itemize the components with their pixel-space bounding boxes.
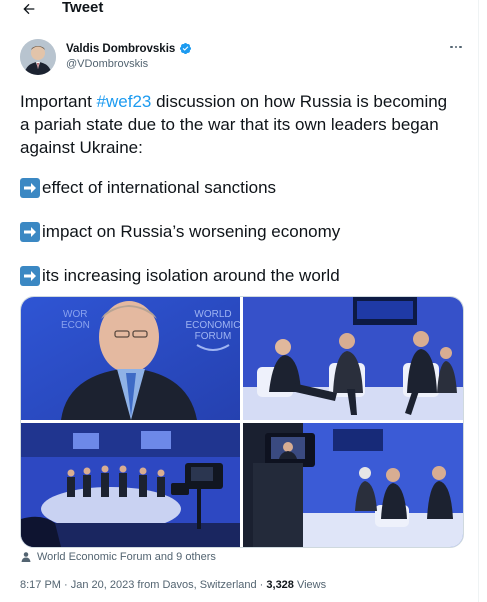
- tweet-header: Tweet: [0, 0, 478, 22]
- views-count: 3,328: [266, 579, 294, 591]
- photo-speaker-closeup[interactable]: WORLD ECONOMIC FORUM WOR ECON: [21, 297, 240, 420]
- wef-logo-text-2: ECONOMIC: [186, 320, 241, 331]
- tweet-bullet: its increasing isolation around the worl…: [20, 265, 340, 287]
- author-handle[interactable]: @VDombrovskis: [66, 58, 148, 70]
- back-button[interactable]: [18, 0, 40, 20]
- wef-logo-text-4: WOR: [63, 309, 87, 320]
- verified-badge-icon: [180, 42, 192, 55]
- tagged-people-link[interactable]: World Economic Forum and 9 others: [20, 551, 216, 563]
- tweet-bullet-text: effect of international sanctions: [42, 178, 277, 197]
- tweet-bullet-text: its increasing isolation around the worl…: [42, 266, 340, 285]
- right-arrow-emoji-icon: [20, 266, 40, 286]
- photo-wide-stage[interactable]: [21, 423, 240, 547]
- right-arrow-emoji-icon: [20, 178, 40, 198]
- wef-logo-text-1: WORLD: [194, 309, 231, 320]
- photo-camera-view[interactable]: [243, 423, 463, 547]
- avatar[interactable]: [20, 39, 56, 75]
- tweet-page: Tweet Valdis Dombrovskis @VDombrovskis I…: [0, 0, 479, 602]
- right-arrow-emoji-icon: [20, 222, 40, 242]
- tweet-meta: 8:17 PM · Jan 20, 2023 from Davos, Switz…: [20, 579, 326, 591]
- tweet-bullet: impact on Russia’s worsening economy: [20, 221, 340, 243]
- views-label: Views: [293, 579, 327, 591]
- photo-panel-stage[interactable]: [243, 297, 463, 420]
- wef-logo-text-5: ECON: [61, 320, 90, 331]
- tweet-bullet: effect of international sanctions: [20, 177, 276, 199]
- author-name-row: Valdis Dombrovskis: [66, 42, 192, 55]
- media-grid[interactable]: WORLD ECONOMIC FORUM WOR ECON: [20, 296, 464, 548]
- more-dot-icon: [459, 45, 462, 49]
- tagged-people-text: World Economic Forum and 9 others: [37, 551, 216, 563]
- author-name[interactable]: Valdis Dombrovskis: [66, 43, 175, 55]
- wef-logo-text-3: FORUM: [195, 331, 232, 342]
- more-options-button[interactable]: [446, 40, 466, 54]
- arrow-left-icon: [23, 3, 35, 15]
- tweet-timestamp[interactable]: 8:17 PM · Jan 20, 2023 from Davos, Switz…: [20, 579, 266, 591]
- page-title: Tweet: [62, 0, 104, 16]
- tweet-bullet-text: impact on Russia’s worsening economy: [42, 222, 341, 241]
- person-icon: [21, 552, 31, 562]
- hashtag-link[interactable]: #wef23: [97, 92, 152, 111]
- more-dot-icon: [454, 45, 458, 49]
- more-dot-icon: [450, 45, 453, 49]
- tweet-text: Important #wef23 discussion on how Russi…: [20, 90, 460, 159]
- tweet-text-intro: Important: [20, 92, 97, 111]
